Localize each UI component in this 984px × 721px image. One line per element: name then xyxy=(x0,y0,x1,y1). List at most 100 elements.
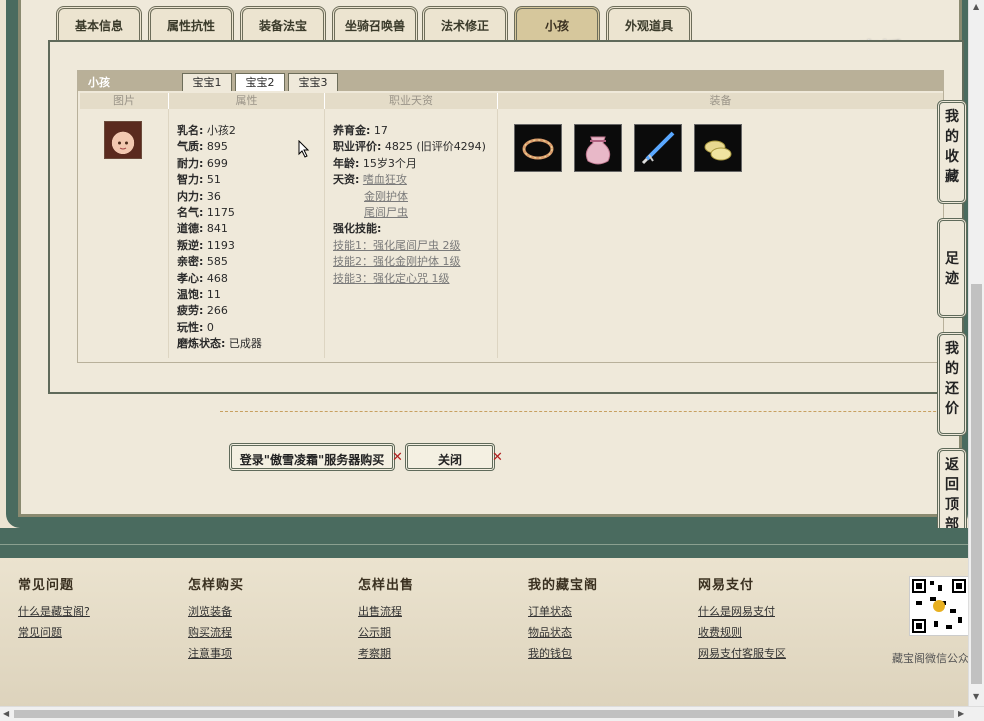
attr-row: 智力: 51 xyxy=(177,172,262,188)
footer-band xyxy=(0,528,984,558)
tab-child[interactable]: 小孩 xyxy=(514,6,600,40)
skill-link[interactable]: 技能3：强化定心咒 1级 xyxy=(333,272,450,285)
login-buy-button[interactable]: 登录"傲雪凌霜"服务器购买 xyxy=(229,443,395,471)
age-label: 年龄: xyxy=(333,156,360,170)
job-row: 技能3：强化定心咒 1级 xyxy=(333,271,486,287)
footer-link[interactable]: 网易支付客服专区 xyxy=(698,643,786,664)
dotted-divider xyxy=(220,411,966,412)
equip-slot-4[interactable] xyxy=(694,124,742,172)
footer-link[interactable]: 考察期 xyxy=(358,643,414,664)
job-row: 职业评价: 4825 (旧评价4294) xyxy=(333,139,486,155)
subtab-baby2[interactable]: 宝宝2 xyxy=(235,73,285,91)
attr-label: 乳名: xyxy=(177,124,204,137)
equip-slot-1[interactable] xyxy=(514,124,562,172)
shoes-icon xyxy=(704,140,732,161)
footer-link[interactable]: 订单状态 xyxy=(528,601,598,622)
scrollbar-thumb[interactable] xyxy=(971,284,982,684)
hscrollbar-thumb[interactable] xyxy=(14,710,954,718)
attr-value: 1193 xyxy=(206,238,235,252)
site-footer: 常见问题 什么是藏宝阁? 常见问题 怎样购买 浏览装备 购买流程 注意事项 怎样… xyxy=(0,558,984,708)
col-head-attributes: 属性 xyxy=(169,93,325,109)
footer-heading: 怎样购买 xyxy=(188,578,245,593)
talent-link[interactable]: 金刚护体 xyxy=(364,190,408,203)
attr-row: 疲劳: 266 xyxy=(177,303,262,319)
tab-mounts-pets[interactable]: 坐骑召唤兽 xyxy=(332,6,418,40)
attr-value: 841 xyxy=(206,222,228,236)
divider xyxy=(324,109,325,358)
tab-appearance[interactable]: 外观道具 xyxy=(606,6,692,40)
footer-link[interactable]: 购买流程 xyxy=(188,622,244,643)
footer-col-faq: 常见问题 什么是藏宝阁? 常见问题 xyxy=(18,574,90,643)
attr-row: 内力: 36 xyxy=(177,189,262,205)
attr-label: 亲密: xyxy=(177,255,204,269)
footer-heading: 常见问题 xyxy=(18,578,75,593)
close-x-icon: ✕ xyxy=(492,450,503,465)
tab-attributes[interactable]: 属性抗性 xyxy=(148,6,234,40)
talent-link[interactable]: 尾闾尸虫 xyxy=(364,206,408,219)
attr-value: 585 xyxy=(206,255,228,269)
tab-basic-info[interactable]: 基本信息 xyxy=(56,6,142,40)
footer-col-pay: 网易支付 什么是网易支付 收费规则 网易支付客服专区 xyxy=(698,574,786,664)
footer-col-sell: 怎样出售 出售流程 公示期 考察期 xyxy=(358,574,414,664)
money-value: 17 xyxy=(373,124,388,137)
footer-link[interactable]: 物品状态 xyxy=(528,622,598,643)
footer-link[interactable]: 收费规则 xyxy=(698,622,786,643)
equip-slot-3[interactable] xyxy=(634,124,682,172)
footer-link[interactable]: 什么是网易支付 xyxy=(698,601,786,622)
attr-row: 孝心: 468 xyxy=(177,271,262,287)
talent-label: 天资: xyxy=(333,173,360,187)
favorites-label: 我的收藏 xyxy=(945,109,959,185)
divider xyxy=(168,109,169,358)
horizontal-scrollbar[interactable]: ◀ ▶ xyxy=(0,706,984,721)
eval-value: 4825 (旧评价4294) xyxy=(384,140,486,154)
subtab-baby3[interactable]: 宝宝3 xyxy=(288,73,338,91)
footer-link[interactable]: 我的钱包 xyxy=(528,643,598,664)
equip-slot-2[interactable] xyxy=(574,124,622,172)
subtab-baby1[interactable]: 宝宝1 xyxy=(182,73,232,91)
attr-label: 孝心: xyxy=(177,271,204,285)
job-talent-section: 养育金: 17 职业评价: 4825 (旧评价4294) 年龄: 15岁3个月 … xyxy=(333,123,486,287)
scroll-right-icon[interactable]: ▶ xyxy=(958,709,964,718)
attr-label: 气质: xyxy=(177,140,204,154)
col-head-job-talent: 职业天资 xyxy=(325,93,498,109)
attr-label: 玩性: xyxy=(177,320,204,334)
footer-col-buy: 怎样购买 浏览装备 购买流程 注意事项 xyxy=(188,574,244,664)
my-bargain-button[interactable]: 我的还价 xyxy=(937,332,967,436)
tab-spell-mods[interactable]: 法术修正 xyxy=(422,6,508,40)
attr-value: 小孩2 xyxy=(206,124,236,137)
attr-label: 温饱: xyxy=(177,287,204,301)
footprint-button[interactable]: 足迹 xyxy=(937,218,967,318)
job-row: 养育金: 17 xyxy=(333,123,486,139)
skills-label: 强化技能: xyxy=(333,222,382,236)
footer-link[interactable]: 常见问题 xyxy=(18,622,90,643)
footer-link[interactable]: 公示期 xyxy=(358,622,414,643)
tab-equipment[interactable]: 装备法宝 xyxy=(240,6,326,40)
attr-value: 699 xyxy=(206,156,228,170)
attr-value: 0 xyxy=(206,320,214,334)
attr-label: 智力: xyxy=(177,173,204,187)
attr-value: 已成器 xyxy=(228,337,262,351)
close-button[interactable]: 关闭 xyxy=(405,443,495,471)
money-label: 养育金: xyxy=(333,124,371,137)
footer-link[interactable]: 浏览装备 xyxy=(188,601,244,622)
scroll-up-icon[interactable]: ▲ xyxy=(973,2,979,11)
job-row: 天资: 嗜血狂攻 xyxy=(333,172,486,188)
age-value: 15岁3个月 xyxy=(362,156,417,170)
favorites-button[interactable]: 我的收藏 xyxy=(937,100,967,204)
back-to-top-label: 返回顶部 xyxy=(945,457,959,533)
footer-link[interactable]: 注意事项 xyxy=(188,643,244,664)
attr-row: 乳名: 小孩2 xyxy=(177,123,262,139)
scroll-left-icon[interactable]: ◀ xyxy=(3,709,9,718)
job-row: 尾闾尸虫 xyxy=(333,205,486,221)
child-panel: 小孩 宝宝1 宝宝2 宝宝3 图片 属性 职业天资 装备 乳名: 小孩2 气质:… xyxy=(77,70,944,363)
footer-link[interactable]: 什么是藏宝阁? xyxy=(18,601,90,622)
vertical-scrollbar[interactable]: ▲ ▼ xyxy=(968,0,984,706)
attr-row: 耐力: 699 xyxy=(177,156,262,172)
talent-link[interactable]: 嗜血狂攻 xyxy=(363,173,407,186)
close-x-icon: ✕ xyxy=(392,450,403,465)
footer-link[interactable]: 出售流程 xyxy=(358,601,414,622)
attr-value: 468 xyxy=(206,271,228,285)
scroll-down-icon[interactable]: ▼ xyxy=(973,692,979,701)
skill-link[interactable]: 技能2：强化金刚护体 1级 xyxy=(333,255,461,268)
skill-link[interactable]: 技能1：强化尾闾尸虫 2级 xyxy=(333,239,461,252)
